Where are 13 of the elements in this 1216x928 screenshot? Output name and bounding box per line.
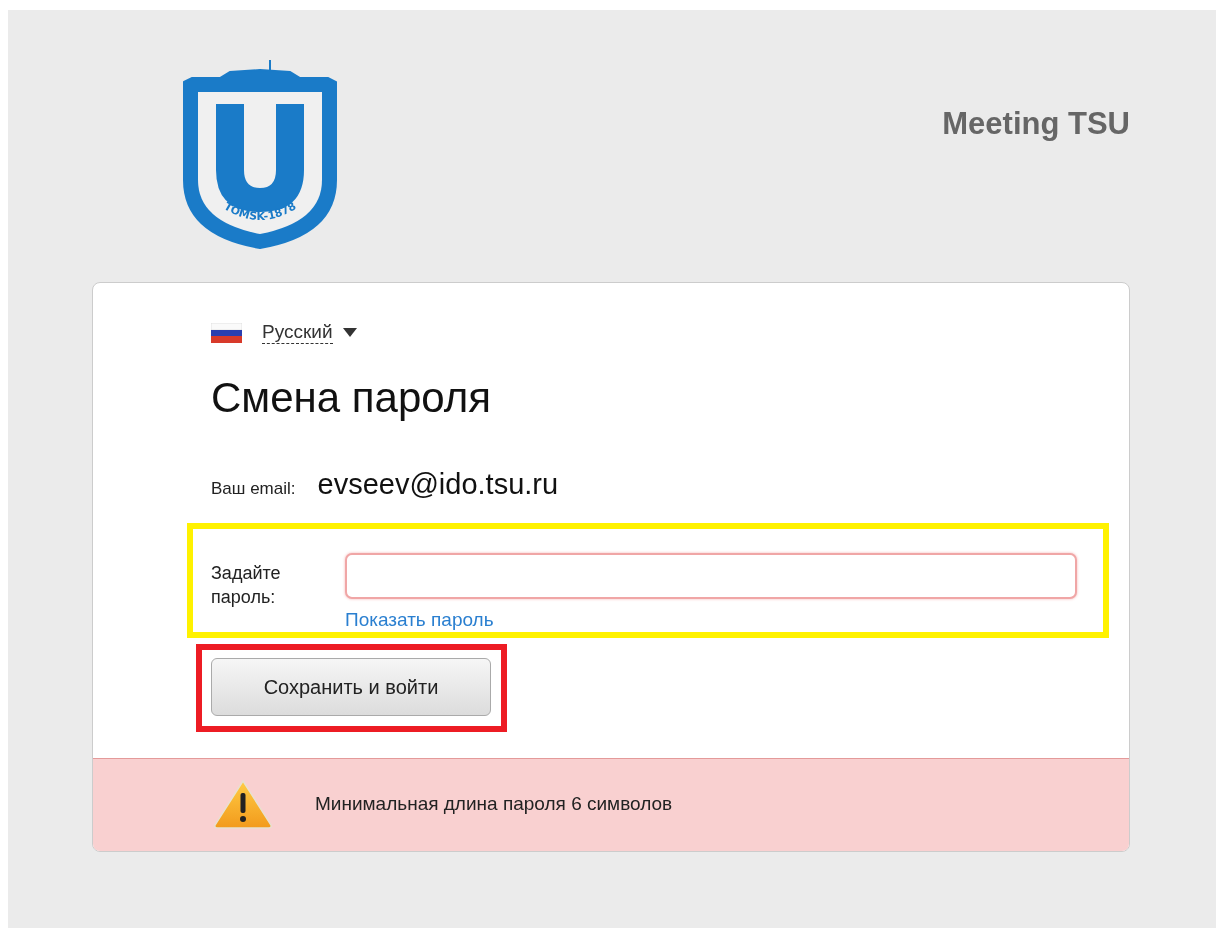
flag-icon [211,322,242,343]
password-label: Задайте пароль: [211,562,282,609]
password-field[interactable] [345,553,1077,599]
show-password-link[interactable]: Показать пароль [345,609,494,631]
alert-message: Минимальная длина пароля 6 символов [315,793,673,815]
email-value: evseev@ido.tsu.ru [317,468,559,501]
page-title: Смена пароля [211,374,492,422]
caret-icon[interactable] [342,328,357,337]
site-title: Meeting TSU [942,105,1130,142]
save-button[interactable]: Сохранить и войти [211,658,491,716]
warning-icon [213,779,273,829]
email-label: Ваш email: [211,479,296,499]
language-selector[interactable]: Русский [262,321,333,344]
